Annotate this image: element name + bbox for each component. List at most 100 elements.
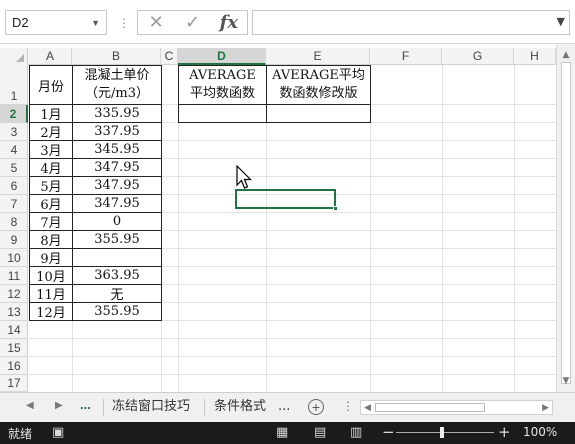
row-header-4[interactable]: 4	[0, 141, 28, 159]
column-header-a[interactable]: A	[29, 48, 72, 65]
column-header-f[interactable]: F	[370, 48, 442, 65]
fill-handle[interactable]	[333, 206, 338, 211]
column-header-e[interactable]: E	[266, 48, 370, 65]
enter-check-icon[interactable]: ✓	[179, 12, 205, 33]
macro-record-icon[interactable]: ▣	[52, 425, 64, 440]
cell-price[interactable]: 347.95	[72, 158, 162, 177]
row-header-13[interactable]: 13	[0, 303, 28, 321]
row-header-12[interactable]: 12	[0, 285, 28, 303]
column-header-g[interactable]: G	[442, 48, 514, 65]
cell-month[interactable]: 10月	[29, 266, 73, 285]
cell-price[interactable]: 363.95	[72, 266, 162, 285]
cell-price[interactable]	[72, 248, 162, 267]
cell-month[interactable]: 12月	[29, 302, 73, 321]
zoom-out-icon[interactable]: −	[382, 423, 395, 441]
select-all-corner[interactable]	[0, 48, 28, 65]
page-break-preview-icon[interactable]: ▥	[350, 425, 362, 440]
sheet-tab-bar: ◀ ▶ ... 冻结窗口技巧 条件格式 ... + ⋮ ◀ ▶	[0, 392, 575, 422]
cell-month[interactable]: 7月	[29, 212, 73, 231]
normal-view-icon[interactable]: ▦	[276, 425, 288, 440]
cell-price[interactable]: 335.95	[72, 104, 162, 123]
zoom-in-icon[interactable]: +	[498, 423, 511, 441]
row-header-7[interactable]: 7	[0, 195, 28, 213]
row-header-17[interactable]: 17	[0, 375, 28, 392]
cell-price[interactable]: 355.95	[72, 302, 162, 321]
gridline	[442, 65, 443, 392]
vertical-scrollbar[interactable]: ▲ ▼	[556, 44, 575, 392]
cell-price[interactable]: 347.95	[72, 194, 162, 213]
cancel-icon[interactable]: ✕	[143, 12, 169, 33]
scroll-tabs-left-icon[interactable]: ◀	[26, 400, 34, 411]
row-header-1[interactable]: 1	[0, 65, 28, 105]
page-layout-view-icon[interactable]: ▤	[314, 425, 326, 440]
column-header-h[interactable]: H	[514, 48, 556, 65]
horizontal-scrollbar[interactable]: ◀ ▶	[360, 400, 553, 415]
horizontal-scroll-thumb[interactable]	[375, 403, 485, 412]
cell-price[interactable]: 0	[72, 212, 162, 231]
cell-price[interactable]: 347.95	[72, 176, 162, 195]
formula-input[interactable]: ▼	[252, 10, 570, 35]
row-header-15[interactable]: 15	[0, 339, 28, 357]
scroll-down-icon[interactable]: ▼	[559, 374, 573, 388]
formula-buttons: ✕ ✓ fx	[137, 10, 248, 35]
column-header-c[interactable]: C	[161, 48, 178, 65]
tabs-more-right[interactable]: ...	[274, 395, 294, 419]
cell-month[interactable]: 11月	[29, 284, 73, 303]
cell-month[interactable]: 8月	[29, 230, 73, 249]
row-header-8[interactable]: 8	[0, 213, 28, 231]
scroll-tabs-right-icon[interactable]: ▶	[55, 400, 63, 411]
cell-d1-average-header[interactable]: AVERAGE 平均数函数	[178, 65, 267, 105]
zoom-level[interactable]: 100%	[523, 425, 557, 439]
row-header-14[interactable]: 14	[0, 321, 28, 339]
cell-month[interactable]: 6月	[29, 194, 73, 213]
add-sheet-icon[interactable]: +	[308, 399, 324, 415]
zoom-slider-thumb[interactable]	[440, 427, 444, 438]
row-header-16[interactable]: 16	[0, 357, 28, 375]
cell-month[interactable]: 4月	[29, 158, 73, 177]
row-header-2[interactable]: 2	[0, 105, 28, 123]
cell-a1-month-header[interactable]: 月份	[29, 65, 73, 105]
column-header-b[interactable]: B	[72, 48, 161, 65]
scroll-left-icon[interactable]: ◀	[364, 402, 371, 413]
cell-month[interactable]: 3月	[29, 140, 73, 159]
column-header-d[interactable]: D	[178, 48, 266, 65]
chevron-down-icon[interactable]: ▼	[91, 18, 100, 28]
row-header-11[interactable]: 11	[0, 267, 28, 285]
tab-options-icon[interactable]: ⋮	[342, 399, 354, 413]
row-header-9[interactable]: 9	[0, 231, 28, 249]
mouse-cursor-icon	[236, 165, 252, 189]
expand-formula-bar-icon[interactable]: ▼	[557, 15, 565, 28]
row-header-10[interactable]: 10	[0, 249, 28, 267]
cell-month[interactable]: 9月	[29, 248, 73, 267]
cell-b1-price-header[interactable]: 混凝土单价 （元/m3）	[72, 65, 162, 105]
tab-freeze-panes-tips[interactable]: 冻结窗口技巧	[104, 395, 198, 419]
cell-month[interactable]: 2月	[29, 122, 73, 141]
select-all-triangle-icon[interactable]	[16, 54, 24, 62]
gridline	[29, 374, 556, 375]
zoom-slider[interactable]	[396, 432, 494, 433]
cell-price[interactable]: 337.95	[72, 122, 162, 141]
vertical-scroll-thumb[interactable]	[561, 62, 571, 384]
gridline	[514, 65, 515, 392]
tab-divider	[204, 399, 205, 416]
cell-d2[interactable]	[178, 104, 267, 123]
insert-function-icon[interactable]: fx	[216, 12, 242, 33]
cell-price[interactable]: 345.95	[72, 140, 162, 159]
cell-price[interactable]: 355.95	[72, 230, 162, 249]
tab-conditional-formatting[interactable]: 条件格式	[206, 395, 274, 419]
scroll-up-icon[interactable]: ▲	[559, 48, 573, 62]
cell-area[interactable]: 月份 混凝土单价 （元/m3） 1月 2月 3月 4月 5月 6月 7月 8月 …	[29, 65, 556, 392]
row-header-6[interactable]: 6	[0, 177, 28, 195]
scroll-right-icon[interactable]: ▶	[542, 402, 549, 413]
cell-price[interactable]: 无	[72, 284, 162, 303]
cell-month[interactable]: 5月	[29, 176, 73, 195]
tabs-more-left[interactable]: ...	[80, 397, 91, 412]
cell-e1-average-modified-header[interactable]: AVERAGE平均 数函数修改版	[266, 65, 371, 105]
column-header-bar: A B C D E F G H	[0, 48, 556, 65]
more-options-icon[interactable]: ⋮	[118, 14, 130, 32]
cell-e2[interactable]	[266, 104, 371, 123]
row-header-5[interactable]: 5	[0, 159, 28, 177]
row-header-3[interactable]: 3	[0, 123, 28, 141]
name-box[interactable]: D2 ▼	[5, 10, 107, 35]
cell-month[interactable]: 1月	[29, 104, 73, 123]
